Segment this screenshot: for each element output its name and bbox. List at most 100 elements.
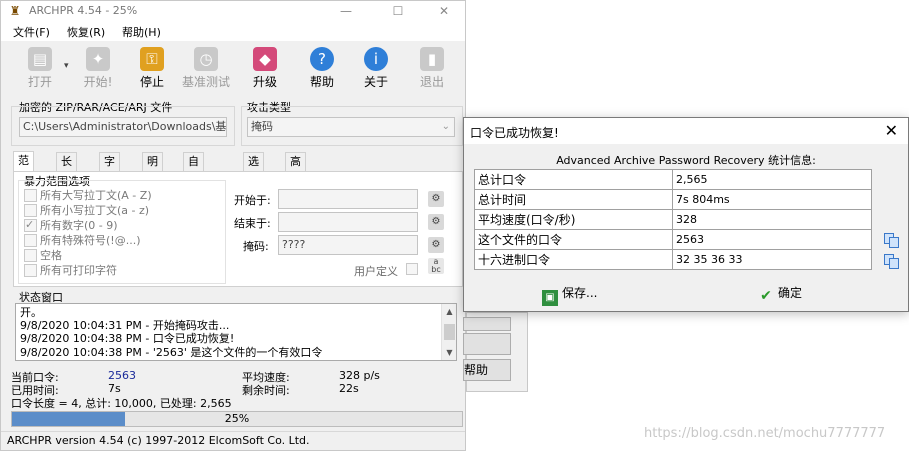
- background-help-button[interactable]: 帮助: [463, 359, 511, 381]
- dialog-heading: Advanced Archive Password Recovery 统计信息:: [556, 154, 816, 167]
- info-icon: i: [364, 47, 388, 71]
- log-line: 9/8/2020 10:04:38 PM - '2563' 是这个文件的一个有效…: [20, 345, 323, 359]
- about-button[interactable]: i 关于: [349, 45, 403, 93]
- stat-value[interactable]: 328: [672, 209, 872, 230]
- attack-type-select[interactable]: 掩码 ⌄: [247, 117, 455, 137]
- check-icon: ✓: [25, 218, 35, 231]
- tab-plaintext[interactable]: 明文: [142, 152, 163, 186]
- dialog-close-button[interactable]: ✕: [885, 121, 898, 140]
- scroll-up-icon[interactable]: ▲: [442, 305, 456, 319]
- remaining-time-label: 剩余时间:: [242, 384, 290, 397]
- dialog-title: 口令已成功恢复!: [470, 126, 559, 140]
- table-row: 总计口令 2,565: [474, 169, 872, 190]
- stat-key: 平均速度(口令/秒): [474, 209, 673, 230]
- mask-picker-icon[interactable]: ⚙: [428, 237, 444, 253]
- minimize-button[interactable]: —: [323, 1, 369, 21]
- log-scrollbar[interactable]: ▲ ▼: [441, 304, 456, 360]
- uppercase-checkbox[interactable]: 所有大写拉丁文(A - Z): [24, 188, 152, 203]
- scroll-thumb[interactable]: [444, 324, 455, 340]
- charset-abc-icon[interactable]: a bc: [428, 258, 444, 274]
- end-at-label: 结束于:: [234, 217, 271, 230]
- scroll-down-icon[interactable]: ▼: [442, 346, 456, 360]
- log-line: 开。: [20, 306, 42, 319]
- range-tab-panel: 暴力范围选项 所有大写拉丁文(A - Z) 所有小写拉丁文(a - z) ✓ 所有…: [13, 171, 463, 287]
- start-button[interactable]: ✦ 开始!: [71, 45, 125, 93]
- save-button[interactable]: ▣ 保存...: [542, 282, 598, 306]
- save-disk-icon: ▣: [542, 290, 558, 306]
- tab-range[interactable]: 范围: [13, 151, 34, 185]
- statistics-table: 总计口令 2,565 总计时间 7s 804ms 平均速度(口令/秒) 328 这个文…: [474, 169, 872, 270]
- benchmark-label: 基准测试: [181, 75, 230, 89]
- background-button[interactable]: [463, 333, 511, 355]
- end-at-field[interactable]: [278, 212, 418, 232]
- maximize-button[interactable]: ☐: [375, 1, 421, 21]
- digits-checkbox[interactable]: ✓ 所有数字(0 - 9): [24, 218, 118, 233]
- tab-dictionary[interactable]: 字典: [99, 152, 120, 186]
- dialog-title-bar[interactable]: 口令已成功恢复! ✕: [464, 118, 908, 144]
- stat-value[interactable]: 2563: [672, 229, 872, 250]
- start-from-picker-icon[interactable]: ⚙: [428, 191, 444, 207]
- status-log[interactable]: 开。 9/8/2020 10:04:31 PM - 开始掩码攻击... 9/8/…: [15, 303, 457, 361]
- stopwatch-icon: ◷: [194, 47, 218, 71]
- archive-path-field[interactable]: C:\Users\Administrator\Downloads\基础破: [19, 117, 227, 137]
- background-button[interactable]: [463, 317, 511, 331]
- uppercase-label: 所有大写拉丁文(A - Z): [40, 189, 152, 202]
- stop-keys-icon: ⚿: [140, 47, 164, 71]
- start-from-field[interactable]: [278, 189, 418, 209]
- end-at-picker-icon[interactable]: ⚙: [428, 214, 444, 230]
- special-label: 所有特殊符号(!@...): [40, 234, 141, 247]
- user-defined-label: 用户定义: [354, 265, 398, 278]
- stat-value[interactable]: 32 35 36 33: [672, 249, 872, 270]
- special-checkbox[interactable]: 所有特殊符号(!@...): [24, 233, 140, 248]
- stat-key: 总计口令: [474, 169, 673, 190]
- title-bar[interactable]: ♜ ARCHPR 4.54 - 25% — ☐ ✕: [1, 1, 465, 21]
- stat-value[interactable]: 7s 804ms: [672, 189, 872, 210]
- stat-value[interactable]: 2,565: [672, 169, 872, 190]
- start-wrench-icon: ✦: [86, 47, 110, 71]
- copy-hex-icon[interactable]: [884, 254, 902, 270]
- help-icon: ?: [310, 47, 334, 71]
- log-line: 9/8/2020 10:04:31 PM - 开始掩码攻击...: [20, 319, 230, 333]
- help-label: 帮助: [309, 75, 334, 89]
- progress-text: 25%: [224, 412, 250, 425]
- menu-recovery[interactable]: 恢复(R): [67, 24, 105, 40]
- benchmark-button[interactable]: ◷ 基准测试: [179, 45, 233, 93]
- help-button[interactable]: ? 帮助: [295, 45, 349, 93]
- menu-help[interactable]: 帮助(H): [122, 24, 161, 40]
- upgrade-button[interactable]: ◆ 升级: [238, 45, 292, 93]
- user-defined-checkbox[interactable]: [406, 263, 418, 275]
- space-checkbox[interactable]: 空格: [24, 248, 62, 263]
- stat-key: 这个文件的口令: [474, 229, 673, 250]
- avg-speed-value: 328 p/s: [339, 369, 380, 382]
- table-row: 总计时间 7s 804ms: [474, 189, 872, 210]
- menu-file[interactable]: 文件(F): [13, 24, 50, 40]
- open-label: 打开: [27, 75, 52, 89]
- tab-advanced[interactable]: 高级: [285, 152, 306, 186]
- close-button[interactable]: ✕: [421, 1, 467, 21]
- stat-key: 总计时间: [474, 189, 673, 210]
- open-button[interactable]: ▤ 打开: [13, 45, 67, 93]
- checkmark-icon: ✔: [760, 288, 772, 304]
- open-dropdown-icon[interactable]: ▾: [64, 61, 69, 71]
- attack-type-value: 掩码: [251, 120, 273, 133]
- printable-checkbox[interactable]: 所有可打印字符: [24, 263, 117, 278]
- lowercase-label: 所有小写拉丁文(a - z): [40, 204, 150, 217]
- mask-field[interactable]: ????: [278, 235, 418, 255]
- exit-button[interactable]: ▮ 退出: [405, 45, 459, 93]
- lowercase-checkbox[interactable]: 所有小写拉丁文(a - z): [24, 203, 149, 218]
- ok-label: 确定: [778, 286, 803, 300]
- table-row: 十六进制口令 32 35 36 33: [474, 249, 872, 270]
- tab-autosave[interactable]: 自动保存: [183, 152, 204, 222]
- start-from-label: 开始于:: [234, 194, 271, 207]
- open-folder-icon: ▤: [28, 47, 52, 71]
- tab-length[interactable]: 长度: [56, 152, 77, 186]
- ok-button[interactable]: ✔ 确定: [758, 282, 802, 304]
- tab-options[interactable]: 选项: [243, 152, 264, 186]
- archpr-main-window: ♜ ARCHPR 4.54 - 25% — ☐ ✕ 文件(F) 恢复(R) 帮助…: [0, 0, 466, 451]
- copy-password-icon[interactable]: [884, 233, 902, 249]
- elapsed-time-value: 7s: [108, 382, 121, 395]
- table-row: 平均速度(口令/秒) 328: [474, 209, 872, 230]
- stop-button[interactable]: ⚿ 停止: [125, 45, 179, 93]
- save-label: 保存...: [562, 286, 598, 300]
- digits-label: 所有数字(0 - 9): [40, 219, 118, 232]
